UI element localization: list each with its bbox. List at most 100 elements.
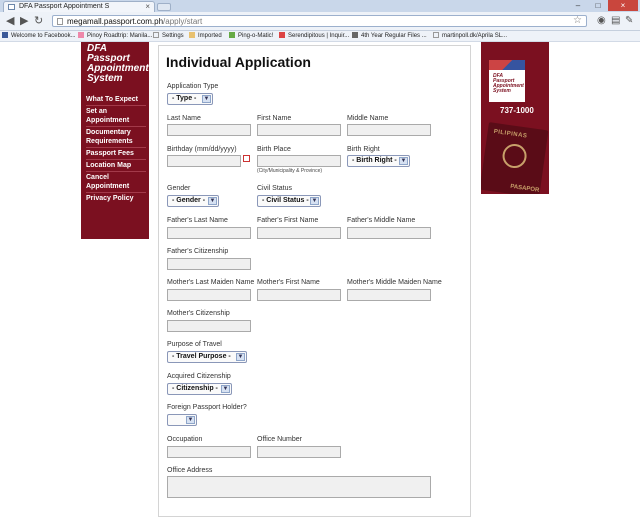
chevron-down-icon: ▼ [221,385,230,393]
wrench-icon[interactable]: ✎ [625,15,633,26]
bookmark-ping-o-matic[interactable]: Ping-o-Matic! [229,32,273,39]
father-last-name-input[interactable] [167,227,251,239]
sidebar-item-passport-fees[interactable]: Passport Fees [86,148,146,160]
mother-middle-name-input[interactable] [347,289,431,301]
forward-icon[interactable]: ▶ [20,14,28,28]
father-middle-name-label: Father's Middle Name [347,217,416,224]
birth-place-hint: (City/Municipality & Province) [257,168,323,174]
toolbar: ◀ ▶ ↻ megamall.passport.com.ph/apply/sta… [0,12,640,31]
father-last-name-label: Father's Last Name [167,217,228,224]
sidebar-menu: What To Expect Set an Appointment Docume… [86,94,146,204]
calendar-icon[interactable] [243,155,250,162]
maximize-icon[interactable]: □ [588,0,608,11]
foreign-passport-label: Foreign Passport Holder? [167,404,247,411]
chevron-down-icon: ▼ [202,95,211,103]
office-address-textarea[interactable] [167,476,431,498]
bookmark-settings[interactable]: Settings [153,32,184,39]
mother-first-name-input[interactable] [257,289,341,301]
application-type-select[interactable]: - Type - ▼ [167,93,213,105]
middle-name-input[interactable] [347,124,431,136]
office-number-input[interactable] [257,446,341,458]
bookmark-serendipitous[interactable]: Serendipitous | Inquir... [279,32,349,39]
bookmark-facebook[interactable]: Welcome to Facebook... [2,32,76,39]
chevron-down-icon: ▼ [186,416,195,424]
back-icon[interactable]: ◀ [6,14,14,28]
banner-ad[interactable]: DFA Passport Appointment System 737-1000 P… [481,42,549,194]
father-first-name-input[interactable] [257,227,341,239]
bookmarks-bar: Welcome to Facebook... Pinoy Roadtrip: M… [0,31,640,42]
seal-icon [501,142,529,170]
birthday-input[interactable] [167,155,241,167]
office-address-label: Office Address [167,467,213,474]
last-name-input[interactable] [167,124,251,136]
birth-right-label: Birth Right [347,146,380,153]
url-text: megamall.passport.com.ph/apply/start [67,17,203,26]
bookmark-4th-year-files[interactable]: 4th Year Regular Files ... [352,32,427,39]
sidebar-item-what-to-expect[interactable]: What To Expect [86,94,146,106]
sidebar-item-privacy-policy[interactable]: Privacy Policy [86,193,146,204]
bookmark-martinpoll[interactable]: martinpoll.dk/Aprila SL... [433,32,507,39]
purpose-of-travel-select[interactable]: - Travel Purpose - ▼ [167,351,247,363]
mother-middle-name-label: Mother's Middle Maiden Name [347,279,442,286]
close-tab-icon[interactable]: × [145,2,150,11]
sidebar: DFA Passport Appointment System What To Ex… [81,42,149,239]
new-tab-button[interactable] [157,3,171,11]
father-citizenship-label: Father's Citizenship [167,248,229,255]
foreign-passport-select[interactable]: ▼ [167,414,197,426]
sidebar-item-documentary-requirements[interactable]: Documentary Requirements [86,127,146,148]
bookmark-star-icon[interactable]: ☆ [573,15,582,26]
chevron-down-icon: ▼ [310,197,319,205]
father-first-name-label: Father's First Name [257,217,319,224]
father-middle-name-input[interactable] [347,227,431,239]
birth-place-input[interactable] [257,155,341,167]
sidebar-item-set-appointment[interactable]: Set an Appointment [86,106,146,127]
gender-select[interactable]: - Gender - ▼ [167,195,219,207]
mother-citizenship-input[interactable] [167,320,251,332]
site-logo[interactable]: DFA Passport Appointment System [87,44,149,84]
window-controls: – □ × [568,0,638,11]
birthday-label: Birthday (mm/dd/yyyy) [167,146,237,153]
page-title: Individual Application [166,54,311,70]
first-name-input[interactable] [257,124,341,136]
acquired-citizenship-select[interactable]: - Citizenship - ▼ [167,383,232,395]
bookmark-pinoy-roadtrip[interactable]: Pinoy Roadtrip: Manila... [78,32,152,39]
mother-citizenship-label: Mother's Citizenship [167,310,230,317]
office-number-label: Office Number [257,436,302,443]
birth-place-label: Birth Place [257,146,291,153]
civil-status-label: Civil Status [257,185,293,192]
browser-tab-strip: DFA Passport Appointment S × – □ × [0,0,640,12]
purpose-of-travel-label: Purpose of Travel [167,341,222,348]
window-close-icon[interactable]: × [608,0,638,11]
mother-last-name-label: Mother's Last Maiden Name [167,279,255,286]
extension-icon[interactable]: ◉ [597,15,606,26]
minimize-icon[interactable]: – [568,0,588,11]
sidebar-item-cancel-appointment[interactable]: Cancel Appointment [86,172,146,193]
middle-name-label: Middle Name [347,115,389,122]
birth-right-select[interactable]: - Birth Right - ▼ [347,155,410,167]
mother-first-name-label: Mother's First Name [257,279,320,286]
page-menu-icon[interactable]: ▤ [611,15,620,26]
bookmark-imported[interactable]: Imported [189,32,222,39]
last-name-label: Last Name [167,115,201,122]
passport-image: PILIPINAS PASAPOR [481,122,549,194]
browser-tab[interactable]: DFA Passport Appointment S × [3,1,155,12]
gender-label: Gender [167,185,191,192]
occupation-input[interactable] [167,446,251,458]
dfa-logo: DFA Passport Appointment System [489,60,525,102]
chevron-down-icon: ▼ [236,353,245,361]
page-icon [57,18,63,25]
page-content: DFA Passport Appointment System What To Ex… [0,42,640,517]
tab-title: DFA Passport Appointment S [19,3,110,10]
civil-status-select[interactable]: - Civil Status - ▼ [257,195,321,207]
mother-last-name-input[interactable] [167,289,251,301]
logo-stripe-icon [489,60,525,70]
chevron-down-icon: ▼ [399,157,408,165]
first-name-label: First Name [257,115,292,122]
acquired-citizenship-label: Acquired Citizenship [167,373,231,380]
father-citizenship-input[interactable] [167,258,251,270]
occupation-label: Occupation [167,436,203,443]
sidebar-item-location-map[interactable]: Location Map [86,160,146,172]
application-type-label: Application Type [167,83,219,90]
reload-icon[interactable]: ↻ [34,14,43,28]
address-bar[interactable]: megamall.passport.com.ph/apply/start ☆ [52,15,587,27]
